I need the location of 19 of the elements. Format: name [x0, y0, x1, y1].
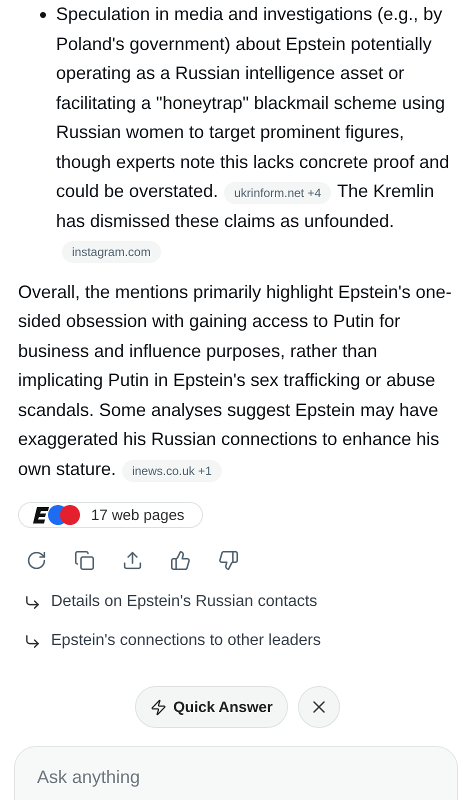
source-chip[interactable]: instagram.com [62, 241, 161, 263]
sources-button[interactable]: 17 web pages [18, 502, 204, 528]
ask-input-field[interactable]: Ask anything [14, 746, 458, 800]
source-logos-icon [33, 503, 81, 527]
copy-icon[interactable] [72, 548, 96, 572]
quick-answer-button[interactable]: Quick Answer [135, 686, 288, 728]
source-chip[interactable]: inews.co.uk +1 [122, 460, 222, 482]
bullet-icon [40, 12, 46, 18]
answer-paragraph: Overall, the mentions primarily highlight Epstein's one-sided obsession with gaining access to Putin for business and influence purposes, rather than implicating Putin in Epstein's sex trafficking or abuse scandals. Some analyses suggest Epstein may have exaggerated his Russian connections to enhance his own stature. inews.co.uk +1 [18, 278, 457, 484]
suggestion-link[interactable]: Details on Epstein's Russian contacts [18, 593, 457, 611]
bullet-text: Speculation in media and investigations (e.g., by Poland's government) about Epstein potentially operating as a Russian intelligence asset or facilitating a "honeytrap" blackmail scheme using Russian women to target prominent figures, though experts note this lacks concrete proof and could be overstated. ukrinform.net +4 The Kremlin has dismissed these claims as unfounded. instagram.com [56, 0, 457, 266]
suggestion-link[interactable]: Epstein's connections to other leaders [18, 632, 457, 650]
close-button[interactable] [298, 686, 340, 728]
lightning-icon [150, 698, 168, 716]
source-chip[interactable]: ukrinform.net +4 [224, 182, 332, 204]
thumbs-up-icon[interactable] [168, 548, 192, 572]
thumbs-down-icon[interactable] [216, 548, 240, 572]
corner-arrow-icon [24, 594, 41, 610]
corner-arrow-icon [24, 632, 41, 650]
